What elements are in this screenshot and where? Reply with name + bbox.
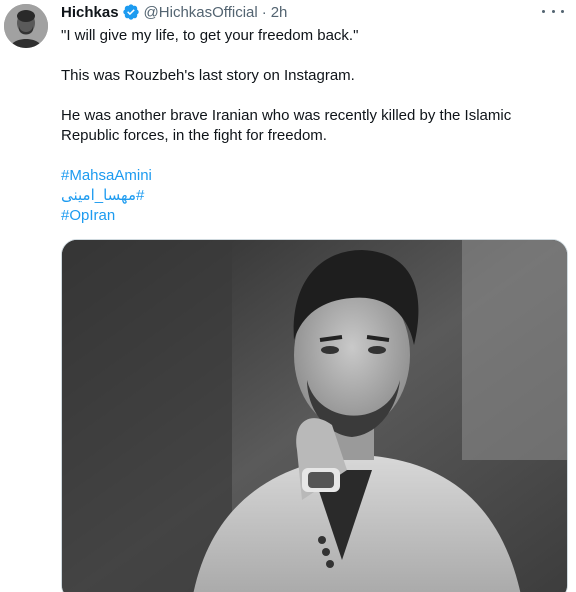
separator-dot: · xyxy=(261,3,267,21)
author-handle[interactable]: @HichkasOfficial xyxy=(144,4,258,21)
tweet-media-photo[interactable] xyxy=(61,239,568,592)
tweet-text-line: He was another brave Iranian who was rec… xyxy=(61,107,512,144)
tweet-text-line: "I will give my life, to get your freedo… xyxy=(61,27,359,44)
more-options-icon[interactable] xyxy=(542,2,564,20)
author-name[interactable]: Hichkas xyxy=(61,4,119,21)
verified-badge-icon xyxy=(122,3,140,21)
tweet-header: Hichkas @HichkasOfficial · 2h xyxy=(61,2,287,22)
tweet-text-line: This was Rouzbeh's last story on Instagr… xyxy=(61,67,355,84)
timestamp[interactable]: 2h xyxy=(271,4,288,21)
avatar[interactable] xyxy=(4,4,48,48)
tweet-text: "I will give my life, to get your freedo… xyxy=(61,26,561,226)
hashtag-link[interactable]: #OpIran xyxy=(61,206,115,226)
hashtag-link[interactable]: #مهسا_امینی xyxy=(61,186,144,206)
tweet: Hichkas @HichkasOfficial · 2h "I will gi… xyxy=(0,0,576,592)
hashtag-link[interactable]: #MahsaAmini xyxy=(61,166,152,186)
